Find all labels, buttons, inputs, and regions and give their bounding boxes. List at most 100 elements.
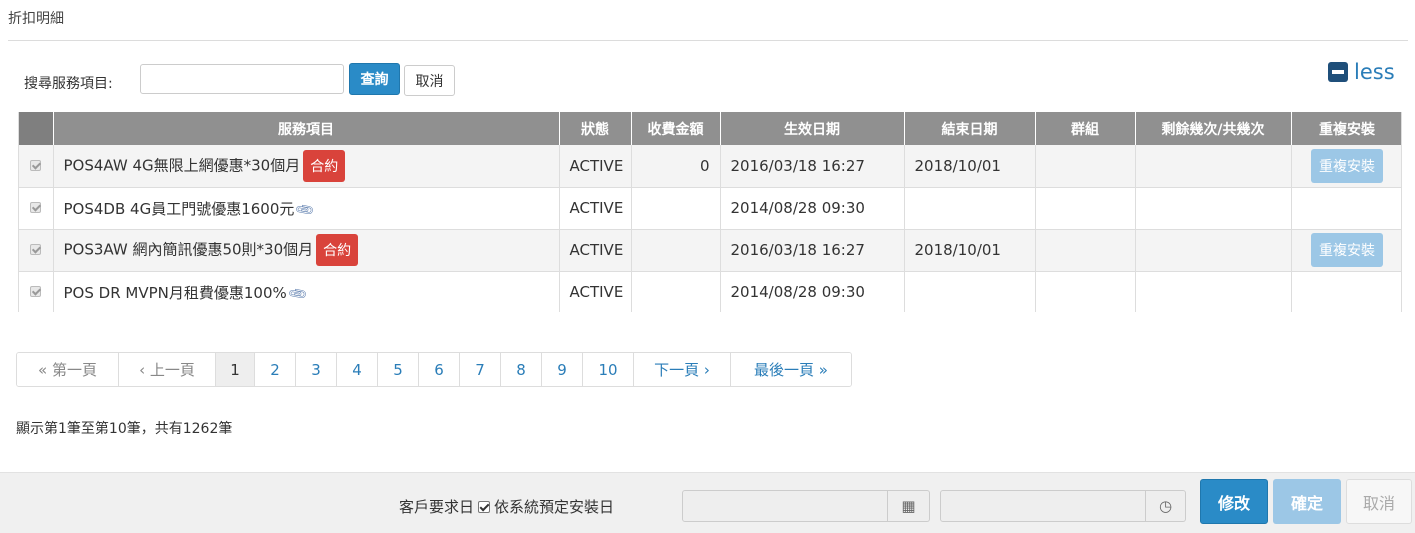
page-5[interactable]: 5 <box>378 353 419 386</box>
header-select[interactable] <box>19 112 54 145</box>
row-checkbox[interactable] <box>30 244 42 255</box>
page-6[interactable]: 6 <box>419 353 460 386</box>
reinstall-cell <box>1291 187 1401 230</box>
section-divider <box>8 40 1408 41</box>
row-checkbox[interactable] <box>30 286 42 297</box>
status-cell: ACTIVE <box>559 271 632 312</box>
header-start-date[interactable]: 生效日期 <box>720 112 905 145</box>
service-cell: POS DR MVPN月租費優惠100%📎︎ <box>53 271 560 312</box>
group-cell <box>1035 187 1136 230</box>
page-next[interactable]: 下一頁 › <box>634 353 731 386</box>
reinstall-cell: 重複安裝 <box>1291 145 1401 188</box>
table-row[interactable]: POS3AW 網內簡訊優惠50則*30個月 合約 ACTIVE 2016/03/1… <box>19 229 1401 272</box>
page-prev[interactable]: ‹ 上一頁 <box>119 353 216 386</box>
service-cell: POS3AW 網內簡訊優惠50則*30個月 合約 <box>53 229 560 272</box>
paperclip-icon[interactable]: 📎︎ <box>295 199 317 221</box>
header-status[interactable]: 狀態 <box>559 112 632 145</box>
clock-button[interactable]: ◷ <box>1146 490 1186 522</box>
page-4[interactable]: 4 <box>337 353 378 386</box>
table-row[interactable]: POS4DB 4G員工門號優惠1600元📎︎ ACTIVE 2014/08/28… <box>19 187 1401 230</box>
row-checkbox-cell <box>19 187 54 230</box>
service-name: POS4AW 4G無限上網優惠*30個月 <box>63 156 301 175</box>
search-input[interactable] <box>140 64 344 94</box>
remaining-cell <box>1135 145 1292 188</box>
amount-cell <box>631 229 721 272</box>
page-8[interactable]: 8 <box>501 353 542 386</box>
request-date-label: 客戶要求日 <box>399 498 475 516</box>
end-date-cell <box>904 187 1036 230</box>
reinstall-cell <box>1291 271 1401 312</box>
calendar-icon: ▦ <box>901 497 916 515</box>
reinstall-cell: 重複安裝 <box>1291 229 1401 272</box>
discount-table: 服務項目 狀態 收費金額 生效日期 結束日期 群組 剩餘幾次/共幾次 重複安裝 … <box>19 112 1401 312</box>
group-cell <box>1035 229 1136 272</box>
clock-icon: ◷ <box>1158 497 1173 515</box>
service-name: POS DR MVPN月租費優惠100% <box>63 283 287 302</box>
row-checkbox[interactable] <box>30 159 42 171</box>
group-cell <box>1035 271 1136 312</box>
modify-button[interactable]: 修改 <box>1200 479 1268 524</box>
header-amount[interactable]: 收費金額 <box>631 112 721 145</box>
record-summary: 顯示第1筆至第10筆，共有1262筆 <box>16 421 233 437</box>
header-reinstall[interactable]: 重複安裝 <box>1291 112 1401 145</box>
remaining-cell <box>1135 229 1292 272</box>
header-service[interactable]: 服務項目 <box>53 112 560 145</box>
date-input[interactable] <box>682 490 888 522</box>
row-checkbox-cell <box>19 271 54 312</box>
start-date-cell: 2016/03/18 16:27 <box>720 229 905 272</box>
less-toggle[interactable]: less <box>1328 60 1395 84</box>
row-checkbox-cell <box>19 229 54 272</box>
reinstall-button[interactable]: 重複安裝 <box>1311 233 1383 267</box>
contract-badge: 合約 <box>303 149 346 182</box>
header-group[interactable]: 群組 <box>1035 112 1136 145</box>
end-date-cell: 2018/10/01 <box>904 229 1036 272</box>
end-date-cell: 2018/10/01 <box>904 145 1036 188</box>
header-end-date[interactable]: 結束日期 <box>904 112 1036 145</box>
status-cell: ACTIVE <box>559 145 632 188</box>
search-label: 搜尋服務項目: <box>24 76 113 92</box>
section-title: 折扣明細 <box>8 11 64 27</box>
page-first[interactable]: « 第一頁 <box>17 353 119 386</box>
less-label: less <box>1354 60 1395 84</box>
page-10[interactable]: 10 <box>583 353 634 386</box>
discount-grid: 服務項目 狀態 收費金額 生效日期 結束日期 群組 剩餘幾次/共幾次 重複安裝 … <box>18 112 1402 312</box>
start-date-cell: 2014/08/28 09:30 <box>720 187 905 230</box>
amount-cell <box>631 271 721 312</box>
time-input[interactable] <box>940 490 1146 522</box>
end-date-cell <box>904 271 1036 312</box>
confirm-button[interactable]: 確定 <box>1273 479 1341 524</box>
start-date-cell: 2016/03/18 16:27 <box>720 145 905 188</box>
contract-badge: 合約 <box>316 234 359 266</box>
page-1[interactable]: 1 <box>216 353 255 386</box>
service-cell: POS4DB 4G員工門號優惠1600元📎︎ <box>53 187 560 230</box>
table-row[interactable]: POS4AW 4G無限上網優惠*30個月 合約 ACTIVE 0 2016/03/… <box>19 145 1401 188</box>
install-date-options: 客戶要求日 依系統預定安裝日 <box>399 496 614 517</box>
paperclip-icon[interactable]: 📎︎ <box>287 283 309 305</box>
amount-cell <box>631 187 721 230</box>
header-remaining[interactable]: 剩餘幾次/共幾次 <box>1135 112 1292 145</box>
pagination: « 第一頁 ‹ 上一頁 1 2 3 4 5 6 7 8 9 10 下一頁 › 最… <box>16 352 852 387</box>
system-date-checkbox[interactable] <box>478 500 491 513</box>
query-button[interactable]: 查詢 <box>349 63 400 95</box>
service-name: POS4DB 4G員工門號優惠1600元 <box>63 199 295 218</box>
remaining-cell <box>1135 271 1292 312</box>
calendar-button[interactable]: ▦ <box>888 490 930 522</box>
status-cell: ACTIVE <box>559 229 632 272</box>
page-9[interactable]: 9 <box>542 353 583 386</box>
table-row[interactable]: POS DR MVPN月租費優惠100%📎︎ ACTIVE 2014/08/28… <box>19 271 1401 312</box>
row-checkbox[interactable] <box>30 202 42 213</box>
status-cell: ACTIVE <box>559 187 632 230</box>
reinstall-button[interactable]: 重複安裝 <box>1311 148 1383 183</box>
system-date-label: 依系統預定安裝日 <box>494 498 615 516</box>
service-name: POS3AW 網內簡訊優惠50則*30個月 <box>63 240 314 259</box>
cancel-search-button[interactable]: 取消 <box>404 65 455 96</box>
page-2[interactable]: 2 <box>255 353 296 386</box>
page-7[interactable]: 7 <box>460 353 501 386</box>
remaining-cell <box>1135 187 1292 230</box>
page-3[interactable]: 3 <box>296 353 337 386</box>
cancel-button[interactable]: 取消 <box>1346 479 1412 524</box>
amount-cell: 0 <box>631 145 721 188</box>
table-header-row: 服務項目 狀態 收費金額 生效日期 結束日期 群組 剩餘幾次/共幾次 重複安裝 <box>19 112 1401 145</box>
page-last[interactable]: 最後一頁 » <box>731 353 851 386</box>
row-checkbox-cell <box>19 145 54 188</box>
